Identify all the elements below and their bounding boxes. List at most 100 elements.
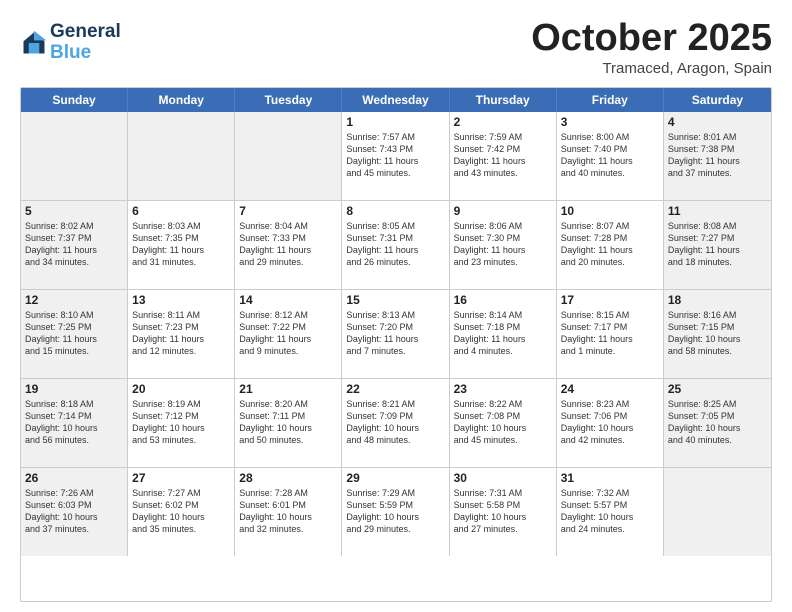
day-number: 10 (561, 204, 659, 218)
day-info: Sunrise: 8:02 AM Sunset: 7:37 PM Dayligh… (25, 220, 123, 269)
calendar-header: SundayMondayTuesdayWednesdayThursdayFrid… (21, 88, 771, 112)
day-info: Sunrise: 8:14 AM Sunset: 7:18 PM Dayligh… (454, 309, 552, 358)
day-info: Sunrise: 8:08 AM Sunset: 7:27 PM Dayligh… (668, 220, 767, 269)
calendar-body: 1 Sunrise: 7:57 AM Sunset: 7:43 PM Daylig… (21, 112, 771, 556)
day-info: Sunrise: 8:11 AM Sunset: 7:23 PM Dayligh… (132, 309, 230, 358)
day-number: 19 (25, 382, 123, 396)
day-number: 22 (346, 382, 444, 396)
calendar-cell: 1 Sunrise: 7:57 AM Sunset: 7:43 PM Daylig… (342, 112, 449, 200)
day-info: Sunrise: 8:22 AM Sunset: 7:08 PM Dayligh… (454, 398, 552, 447)
calendar-cell: 11 Sunrise: 8:08 AM Sunset: 7:27 PM Dayli… (664, 201, 771, 289)
header: General Blue October 2025 Tramaced, Arag… (20, 18, 772, 77)
calendar-cell: 18 Sunrise: 8:16 AM Sunset: 7:15 PM Dayli… (664, 290, 771, 378)
calendar-cell: 27Sunrise: 7:27 AM Sunset: 6:02 PM Dayli… (128, 468, 235, 556)
weekday-header: Wednesday (342, 88, 449, 112)
day-number: 1 (346, 115, 444, 129)
calendar-cell: 20 Sunrise: 8:19 AM Sunset: 7:12 PM Dayli… (128, 379, 235, 467)
calendar-cell: 22 Sunrise: 8:21 AM Sunset: 7:09 PM Dayli… (342, 379, 449, 467)
calendar: SundayMondayTuesdayWednesdayThursdayFrid… (20, 87, 772, 602)
calendar-cell: 29Sunrise: 7:29 AM Sunset: 5:59 PM Dayli… (342, 468, 449, 556)
month-title: October 2025 (531, 18, 772, 60)
calendar-cell: 10 Sunrise: 8:07 AM Sunset: 7:28 PM Dayli… (557, 201, 664, 289)
day-info: Sunrise: 7:26 AM Sunset: 6:03 PM Dayligh… (25, 487, 123, 536)
page: General Blue October 2025 Tramaced, Arag… (0, 0, 792, 612)
day-number: 30 (454, 471, 552, 485)
day-number: 27 (132, 471, 230, 485)
calendar-cell: 16Sunrise: 8:14 AM Sunset: 7:18 PM Dayli… (450, 290, 557, 378)
day-info: Sunrise: 8:21 AM Sunset: 7:09 PM Dayligh… (346, 398, 444, 447)
location-subtitle: Tramaced, Aragon, Spain (531, 60, 772, 77)
day-info: Sunrise: 7:59 AM Sunset: 7:42 PM Dayligh… (454, 131, 552, 180)
day-number: 8 (346, 204, 444, 218)
day-info: Sunrise: 8:07 AM Sunset: 7:28 PM Dayligh… (561, 220, 659, 269)
calendar-cell: 21Sunrise: 8:20 AM Sunset: 7:11 PM Dayli… (235, 379, 342, 467)
calendar-cell (235, 112, 342, 200)
day-info: Sunrise: 8:25 AM Sunset: 7:05 PM Dayligh… (668, 398, 767, 447)
day-info: Sunrise: 7:28 AM Sunset: 6:01 PM Dayligh… (239, 487, 337, 536)
calendar-cell (128, 112, 235, 200)
day-info: Sunrise: 7:32 AM Sunset: 5:57 PM Dayligh… (561, 487, 659, 536)
calendar-cell: 28Sunrise: 7:28 AM Sunset: 6:01 PM Dayli… (235, 468, 342, 556)
day-info: Sunrise: 8:15 AM Sunset: 7:17 PM Dayligh… (561, 309, 659, 358)
day-number: 25 (668, 382, 767, 396)
logo-icon (20, 29, 48, 57)
day-info: Sunrise: 8:16 AM Sunset: 7:15 PM Dayligh… (668, 309, 767, 358)
day-number: 31 (561, 471, 659, 485)
calendar-cell: 3Sunrise: 8:00 AM Sunset: 7:40 PM Daylig… (557, 112, 664, 200)
calendar-week-row: 12 Sunrise: 8:10 AM Sunset: 7:25 PM Dayli… (21, 290, 771, 379)
logo-line2: Blue (50, 43, 121, 64)
day-info: Sunrise: 7:57 AM Sunset: 7:43 PM Dayligh… (346, 131, 444, 180)
day-info: Sunrise: 8:10 AM Sunset: 7:25 PM Dayligh… (25, 309, 123, 358)
calendar-cell (664, 468, 771, 556)
day-info: Sunrise: 7:29 AM Sunset: 5:59 PM Dayligh… (346, 487, 444, 536)
calendar-cell: 15Sunrise: 8:13 AM Sunset: 7:20 PM Dayli… (342, 290, 449, 378)
day-number: 5 (25, 204, 123, 218)
day-number: 14 (239, 293, 337, 307)
weekday-header: Saturday (664, 88, 771, 112)
day-info: Sunrise: 8:03 AM Sunset: 7:35 PM Dayligh… (132, 220, 230, 269)
day-info: Sunrise: 8:23 AM Sunset: 7:06 PM Dayligh… (561, 398, 659, 447)
weekday-header: Tuesday (235, 88, 342, 112)
calendar-cell: 23Sunrise: 8:22 AM Sunset: 7:08 PM Dayli… (450, 379, 557, 467)
calendar-cell: 26Sunrise: 7:26 AM Sunset: 6:03 PM Dayli… (21, 468, 128, 556)
day-info: Sunrise: 8:01 AM Sunset: 7:38 PM Dayligh… (668, 131, 767, 180)
logo: General Blue (20, 22, 121, 64)
day-number: 12 (25, 293, 123, 307)
title-block: October 2025 Tramaced, Aragon, Spain (531, 18, 772, 77)
calendar-cell: 17 Sunrise: 8:15 AM Sunset: 7:17 PM Dayli… (557, 290, 664, 378)
calendar-cell: 19Sunrise: 8:18 AM Sunset: 7:14 PM Dayli… (21, 379, 128, 467)
day-info: Sunrise: 8:20 AM Sunset: 7:11 PM Dayligh… (239, 398, 337, 447)
day-number: 2 (454, 115, 552, 129)
calendar-week-row: 26Sunrise: 7:26 AM Sunset: 6:03 PM Dayli… (21, 468, 771, 556)
calendar-week-row: 1 Sunrise: 7:57 AM Sunset: 7:43 PM Daylig… (21, 112, 771, 201)
day-number: 7 (239, 204, 337, 218)
day-number: 17 (561, 293, 659, 307)
weekday-header: Friday (557, 88, 664, 112)
day-info: Sunrise: 8:19 AM Sunset: 7:12 PM Dayligh… (132, 398, 230, 447)
calendar-cell: 30 Sunrise: 7:31 AM Sunset: 5:58 PM Dayli… (450, 468, 557, 556)
day-number: 9 (454, 204, 552, 218)
weekday-header: Monday (128, 88, 235, 112)
day-number: 20 (132, 382, 230, 396)
day-number: 11 (668, 204, 767, 218)
calendar-cell: 4Sunrise: 8:01 AM Sunset: 7:38 PM Daylig… (664, 112, 771, 200)
day-info: Sunrise: 8:05 AM Sunset: 7:31 PM Dayligh… (346, 220, 444, 269)
day-info: Sunrise: 8:06 AM Sunset: 7:30 PM Dayligh… (454, 220, 552, 269)
day-info: Sunrise: 8:04 AM Sunset: 7:33 PM Dayligh… (239, 220, 337, 269)
day-info: Sunrise: 7:31 AM Sunset: 5:58 PM Dayligh… (454, 487, 552, 536)
day-number: 3 (561, 115, 659, 129)
day-number: 18 (668, 293, 767, 307)
calendar-cell: 6Sunrise: 8:03 AM Sunset: 7:35 PM Daylig… (128, 201, 235, 289)
calendar-cell: 14 Sunrise: 8:12 AM Sunset: 7:22 PM Dayli… (235, 290, 342, 378)
calendar-cell: 24Sunrise: 8:23 AM Sunset: 7:06 PM Dayli… (557, 379, 664, 467)
calendar-cell: 2 Sunrise: 7:59 AM Sunset: 7:42 PM Daylig… (450, 112, 557, 200)
calendar-cell: 13 Sunrise: 8:11 AM Sunset: 7:23 PM Dayli… (128, 290, 235, 378)
calendar-cell: 8 Sunrise: 8:05 AM Sunset: 7:31 PM Daylig… (342, 201, 449, 289)
weekday-header: Thursday (450, 88, 557, 112)
calendar-cell: 25 Sunrise: 8:25 AM Sunset: 7:05 PM Dayli… (664, 379, 771, 467)
calendar-cell: 5 Sunrise: 8:02 AM Sunset: 7:37 PM Daylig… (21, 201, 128, 289)
calendar-cell (21, 112, 128, 200)
calendar-cell: 7 Sunrise: 8:04 AM Sunset: 7:33 PM Daylig… (235, 201, 342, 289)
day-number: 13 (132, 293, 230, 307)
day-info: Sunrise: 8:12 AM Sunset: 7:22 PM Dayligh… (239, 309, 337, 358)
